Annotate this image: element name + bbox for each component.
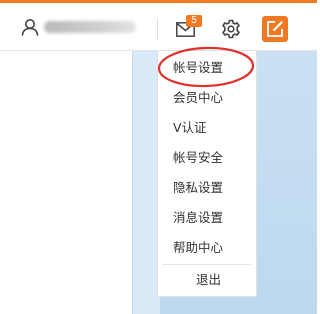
menu-item-message-settings[interactable]: 消息设置	[158, 205, 256, 231]
unread-count-badge: 5	[186, 15, 202, 27]
logout-button[interactable]: 退出	[158, 267, 256, 293]
settings-dropdown-menu: 帐号设置 会员中心 V认证 帐号安全 隐私设置 消息设置 帮助中心 退出	[157, 50, 257, 297]
menu-item-help-center[interactable]: 帮助中心	[158, 235, 256, 261]
topbar-divider	[157, 18, 158, 40]
top-navigation-bar: 5	[0, 3, 317, 51]
menu-item-member-center[interactable]: 会员中心	[158, 85, 256, 111]
username[interactable]	[44, 21, 136, 33]
background-panel-border	[132, 51, 133, 314]
menu-item-account-security[interactable]: 帐号安全	[158, 145, 256, 171]
menu-item-account-settings[interactable]: 帐号设置	[158, 55, 256, 81]
mail-button[interactable]: 5	[176, 15, 202, 39]
menu-divider	[162, 264, 252, 265]
menu-item-privacy-settings[interactable]: 隐私设置	[158, 175, 256, 201]
compose-button[interactable]	[262, 16, 288, 42]
user-icon[interactable]	[21, 18, 39, 36]
menu-item-v-verification[interactable]: V认证	[158, 115, 256, 141]
edit-icon	[267, 21, 283, 37]
gear-icon[interactable]	[220, 18, 242, 40]
